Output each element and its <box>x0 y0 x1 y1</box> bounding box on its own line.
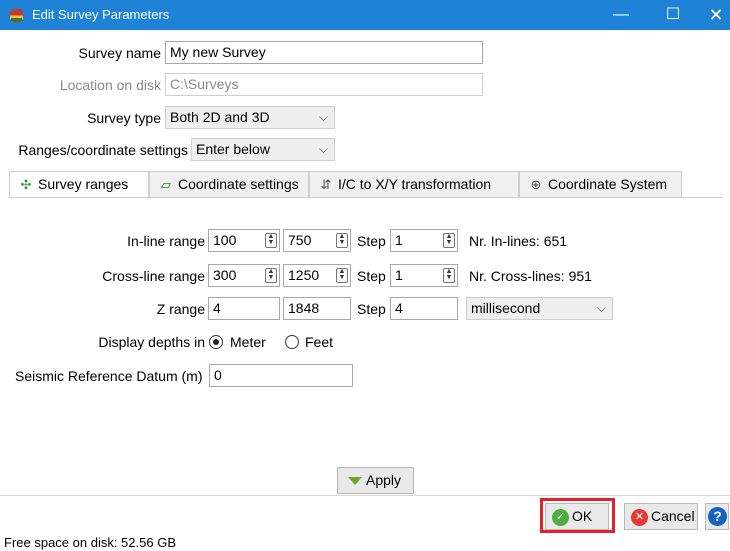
inline-start-value: 100 <box>213 232 237 248</box>
title-bar: Edit Survey Parameters — ☐ ✕ <box>0 0 730 30</box>
footer-divider <box>0 495 730 496</box>
help-button[interactable]: ? <box>705 503 729 530</box>
close-button[interactable]: ✕ <box>702 0 730 30</box>
app-logo-icon <box>9 8 24 23</box>
survey-name-input[interactable]: My new Survey <box>165 41 483 64</box>
z-range-label: Z range <box>156 301 205 317</box>
cancel-button[interactable]: ✕ Cancel <box>624 503 698 530</box>
feet-label[interactable]: Feet <box>305 331 333 353</box>
crossline-stop-spinbox[interactable]: 1250 ▲ ▼ <box>283 264 351 287</box>
meter-radio[interactable] <box>209 335 223 349</box>
apply-label: Apply <box>366 472 402 488</box>
tab-ic-xy-transformation[interactable]: ⇵ I/C to X/Y transformation <box>309 171 519 198</box>
crosshair-icon: ✣ <box>20 177 32 192</box>
triangle-down-icon <box>348 477 362 486</box>
spin-arrows-icon[interactable]: ▲ ▼ <box>443 233 455 248</box>
crossline-count-text: Nr. Cross-lines: 951 <box>469 268 592 284</box>
location-input: C:\Surveys <box>165 73 483 96</box>
help-icon: ? <box>708 507 727 526</box>
z-step-input[interactable]: 4 <box>390 297 458 320</box>
z-unit-select[interactable]: millisecond ⌵ <box>466 297 613 320</box>
apply-button[interactable]: Apply <box>337 467 414 494</box>
minimize-button[interactable]: — <box>598 0 644 30</box>
inline-stop-value: 750 <box>288 232 312 248</box>
tab-label: Survey ranges <box>38 176 129 192</box>
chevron-down-icon: ⌵ <box>596 301 606 315</box>
datum-input[interactable]: 0 <box>209 364 353 387</box>
inline-step-label: Step <box>357 233 386 249</box>
z-start-input[interactable]: 4 <box>208 297 280 320</box>
inline-range-label: In-line range <box>127 233 205 249</box>
tab-coordinate-system[interactable]: ⊕ Coordinate System <box>519 171 682 198</box>
ok-label: OK <box>572 508 593 524</box>
survey-name-label: Survey name <box>78 45 161 61</box>
crossline-stop-value: 1250 <box>288 267 320 283</box>
z-step-label: Step <box>357 301 386 317</box>
location-label: Location on disk <box>59 77 161 93</box>
chevron-down-icon: ⌵ <box>318 142 328 156</box>
spin-arrows-icon[interactable]: ▲ ▼ <box>265 268 277 283</box>
feet-radio[interactable] <box>285 335 299 349</box>
survey-type-label: Survey type <box>87 110 161 126</box>
survey-type-select[interactable]: Both 2D and 3D ⌵ <box>165 106 335 129</box>
datum-label: Seismic Reference Datum (m) <box>15 368 203 384</box>
spin-arrows-icon[interactable]: ▲ ▼ <box>443 268 455 283</box>
globe-pin-icon: ⊕ <box>530 177 542 192</box>
crossline-start-value: 300 <box>213 267 237 283</box>
spin-arrows-icon[interactable]: ▲ ▼ <box>336 268 348 283</box>
meter-label[interactable]: Meter <box>230 331 266 353</box>
chevron-down-icon: ⌵ <box>318 110 328 124</box>
inline-start-spinbox[interactable]: 100 ▲ ▼ <box>208 229 280 252</box>
tab-label: Coordinate settings <box>178 176 299 192</box>
z-unit-value: millisecond <box>471 300 541 316</box>
tab-label: I/C to X/Y transformation <box>338 176 492 192</box>
crossline-step-spinbox[interactable]: 1 ▲ ▼ <box>390 264 458 287</box>
inline-step-value: 1 <box>395 232 403 248</box>
tab-coordinate-settings[interactable]: ▱ Coordinate settings <box>149 171 309 198</box>
survey-type-value: Both 2D and 3D <box>170 109 270 125</box>
cancel-x-icon: ✕ <box>631 508 648 526</box>
transform-icon: ⇵ <box>320 177 332 192</box>
tab-label: Coordinate System <box>548 176 668 192</box>
display-depths-label: Display depths in <box>98 334 205 350</box>
inline-count-text: Nr. In-lines: 651 <box>469 233 568 249</box>
spin-arrows-icon[interactable]: ▲ ▼ <box>265 233 277 248</box>
ok-button[interactable]: ✓ OK <box>545 503 609 530</box>
ranges-settings-select[interactable]: Enter below ⌵ <box>191 138 335 161</box>
inline-stop-spinbox[interactable]: 750 ▲ ▼ <box>283 229 351 252</box>
check-icon: ✓ <box>552 508 569 526</box>
map-grid-icon: ▱ <box>161 177 171 192</box>
status-bar-text: Free space on disk: 52.56 GB <box>4 535 176 550</box>
crossline-range-label: Cross-line range <box>102 268 205 284</box>
crossline-start-spinbox[interactable]: 300 ▲ ▼ <box>208 264 280 287</box>
spin-arrows-icon[interactable]: ▲ ▼ <box>336 233 348 248</box>
z-stop-input[interactable]: 1848 <box>283 297 351 320</box>
crossline-step-value: 1 <box>395 267 403 283</box>
cancel-label: Cancel <box>651 508 695 524</box>
tab-survey-ranges[interactable]: ✣ Survey ranges <box>9 171 149 199</box>
ranges-settings-label: Ranges/coordinate settings <box>18 142 188 158</box>
maximize-button[interactable]: ☐ <box>650 0 696 30</box>
ranges-settings-value: Enter below <box>196 141 270 157</box>
crossline-step-label: Step <box>357 268 386 284</box>
inline-step-spinbox[interactable]: 1 ▲ ▼ <box>390 229 458 252</box>
window-title: Edit Survey Parameters <box>32 7 170 22</box>
